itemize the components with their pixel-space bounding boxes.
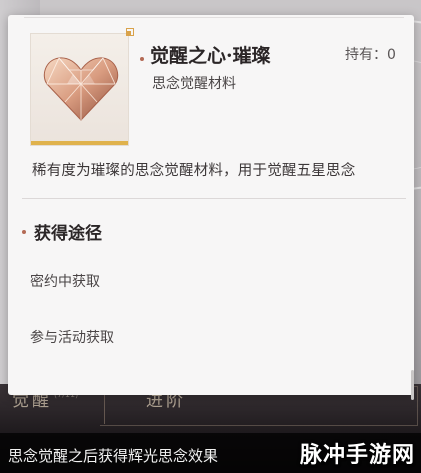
card-top-line [24, 17, 404, 18]
scrollbar-thumb[interactable] [411, 370, 414, 400]
item-category: 思念觉醒材料 [152, 76, 236, 92]
watermark-text: 脉冲手游网 [299, 443, 415, 468]
frame-corner-dot [127, 31, 131, 35]
item-name: 觉醒之心·璀璨 [150, 45, 271, 67]
sources-heading: 获得途径 [34, 224, 102, 244]
item-detail-popup: 觉醒之心·璀璨 持有：0 思念觉醒材料 稀有度为璀璨的思念觉醒材料，用于觉醒五星… [8, 15, 414, 400]
title-bullet-icon [140, 57, 144, 61]
rarity-bar [31, 141, 128, 145]
section-bullet-icon [22, 230, 26, 234]
source-item-pact[interactable]: 密约中获取 [30, 271, 100, 291]
diamond-heart-icon [43, 54, 119, 126]
source-item-event[interactable]: 参与活动获取 [30, 327, 114, 347]
item-icon-frame [30, 28, 134, 146]
owned-count: 持有：0 [345, 47, 396, 63]
caption-text: 思念觉醒之后获得辉光思念效果 [8, 447, 219, 465]
item-description: 稀有度为璀璨的思念觉醒材料，用于觉醒五星思念 [32, 163, 356, 179]
section-divider [22, 198, 406, 199]
